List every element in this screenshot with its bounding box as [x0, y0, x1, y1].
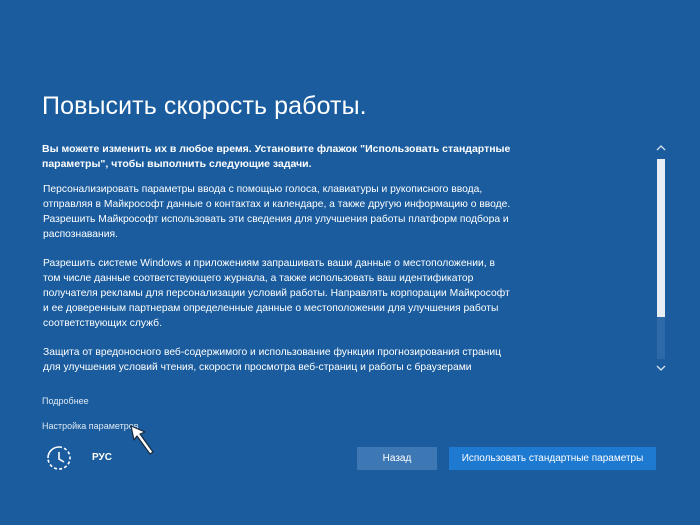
ease-of-access-icon[interactable] — [44, 443, 74, 473]
paragraph-browser-protection: Защита от вредоносного веб-содержимого и… — [43, 347, 502, 373]
scrollable-content[interactable]: Вы можете изменить их в любое время. Уст… — [42, 142, 512, 374]
scrollbar-thumb[interactable] — [657, 159, 665, 317]
scrollbar-track[interactable] — [657, 159, 665, 359]
chevron-up-icon[interactable] — [655, 143, 667, 155]
lead-text: Вы можете изменить их в любое время. Уст… — [42, 143, 511, 170]
back-button[interactable]: Назад — [357, 447, 437, 470]
language-indicator[interactable]: РУС — [92, 452, 112, 463]
paragraph-input-personalization: Персонализировать параметры ввода с помо… — [43, 184, 511, 240]
more-info-link[interactable]: Подробнее — [42, 396, 89, 406]
customize-settings-link[interactable]: Настройка параметров — [42, 421, 139, 431]
mouse-pointer-icon — [130, 425, 154, 455]
use-express-settings-button[interactable]: Использовать стандартные параметры — [449, 447, 656, 470]
setup-page: Повысить скорость работы. Вы можете изме… — [0, 0, 700, 525]
chevron-down-icon[interactable] — [655, 363, 667, 375]
page-title: Повысить скорость работы. — [42, 92, 367, 120]
vertical-scrollbar[interactable] — [655, 141, 667, 377]
paragraph-location: Разрешить системе Windows и приложениям … — [43, 258, 510, 329]
